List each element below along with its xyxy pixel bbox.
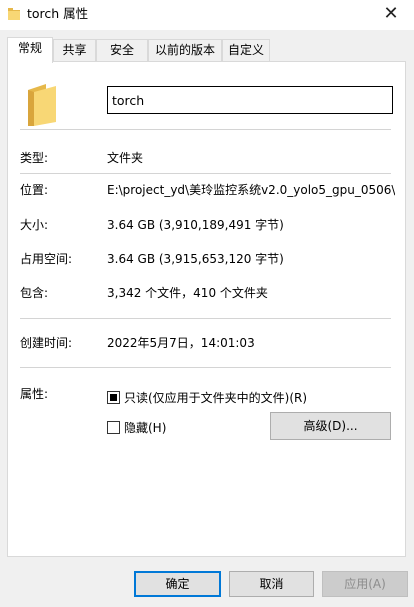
created-label: 创建时间: — [20, 336, 73, 350]
location-label: 位置: — [20, 183, 49, 197]
type-value: 文件夹 — [107, 151, 144, 165]
separator — [20, 367, 391, 368]
folder-icon — [28, 84, 56, 126]
separator — [20, 173, 391, 174]
contains-label: 包含: — [20, 286, 49, 300]
location-value: E:\project_yd\美玲监控系统v2.0_yolo5_gpu_0506\… — [107, 183, 395, 197]
size-on-disk-label: 占用空间: — [20, 252, 73, 266]
general-tab-panel: 类型: 文件夹 位置: E:\project_yd\美玲监控系统v2.0_yol… — [7, 61, 406, 557]
tab-customize[interactable]: 自定义 — [222, 39, 270, 61]
folder-name-input[interactable] — [107, 86, 393, 114]
tab-general[interactable]: 常规 — [7, 37, 53, 63]
ok-button[interactable]: 确定 — [134, 571, 221, 597]
cancel-button[interactable]: 取消 — [229, 571, 314, 597]
separator — [20, 129, 391, 130]
readonly-checkbox[interactable]: 只读(仅应用于文件夹中的文件)(R) — [107, 389, 307, 406]
created-value: 2022年5月7日，14:01:03 — [107, 336, 255, 350]
tab-previous-versions[interactable]: 以前的版本 — [148, 39, 222, 61]
hidden-checkbox-box[interactable] — [107, 421, 120, 434]
window-title: torch 属性 — [27, 6, 89, 21]
readonly-checkbox-box[interactable] — [107, 391, 120, 404]
type-label: 类型: — [20, 151, 49, 165]
tab-sharing[interactable]: 共享 — [53, 39, 96, 61]
hidden-checkbox[interactable]: 隐藏(H) — [107, 419, 166, 436]
title-bar: torch 属性 ✕ — [0, 0, 414, 30]
tab-security[interactable]: 安全 — [96, 39, 148, 61]
hidden-checkbox-label: 隐藏(H) — [124, 421, 167, 435]
close-icon: ✕ — [383, 3, 399, 24]
readonly-checkbox-label: 只读(仅应用于文件夹中的文件)(R) — [124, 391, 308, 405]
size-on-disk-value: 3.64 GB (3,915,653,120 字节) — [107, 252, 284, 266]
separator — [20, 318, 391, 319]
close-button[interactable]: ✕ — [368, 0, 414, 30]
contains-value: 3,342 个文件，410 个文件夹 — [107, 286, 268, 300]
apply-button[interactable]: 应用(A) — [322, 571, 408, 597]
size-label: 大小: — [20, 218, 49, 232]
advanced-button[interactable]: 高级(D)... — [270, 412, 391, 440]
attributes-label: 属性: — [20, 387, 49, 401]
size-value: 3.64 GB (3,910,189,491 字节) — [107, 218, 284, 232]
folder-icon — [8, 8, 20, 20]
